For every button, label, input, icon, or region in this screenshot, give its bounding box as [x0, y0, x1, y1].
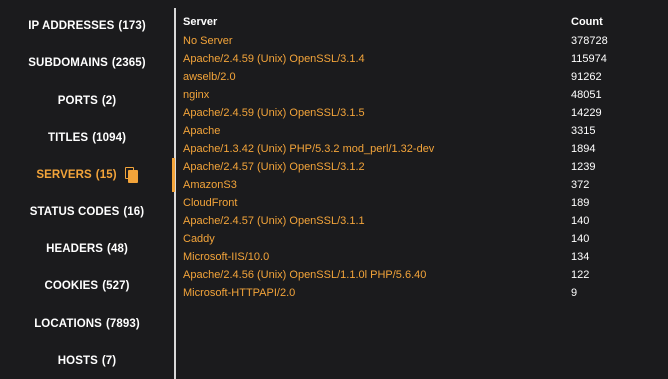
table-row: awselb/2.0 91262	[183, 71, 663, 88]
server-count: 372	[571, 179, 590, 191]
sidebar-item-servers[interactable]: SERVERS (15)	[0, 165, 174, 185]
server-count: 140	[571, 233, 590, 245]
sidebar-divider	[174, 8, 176, 379]
server-link[interactable]: Caddy	[183, 233, 215, 245]
table-row: Apache/1.3.42 (Unix) PHP/5.3.2 mod_perl/…	[183, 143, 663, 160]
server-link[interactable]: Apache/2.4.56 (Unix) OpenSSL/1.1.0l PHP/…	[183, 269, 426, 281]
table-row: Apache/2.4.56 (Unix) OpenSSL/1.1.0l PHP/…	[183, 269, 663, 286]
sidebar-item-titles[interactable]: TITLES (1094)	[0, 128, 174, 148]
sidebar-item-count: (2365)	[111, 57, 146, 69]
server-count: 1894	[571, 143, 596, 155]
server-count: 140	[571, 215, 590, 227]
sidebar-item-cookies[interactable]: COOKIES (527)	[0, 276, 174, 296]
sidebar-item-count: (173)	[118, 20, 146, 32]
sidebar-item-count: (15)	[95, 169, 117, 181]
server-count: 48051	[571, 89, 602, 101]
server-link[interactable]: Microsoft-HTTPAPI/2.0	[183, 287, 295, 299]
sidebar-item-subdomains[interactable]: SUBDOMAINS (2365)	[0, 53, 174, 73]
sidebar-item-label: HEADERS	[46, 243, 104, 255]
sidebar-item-ip-addresses[interactable]: IP ADDRESSES (173)	[0, 16, 174, 36]
sidebar-item-label: PORTS	[57, 95, 98, 107]
sidebar-item-count: (1094)	[92, 132, 127, 144]
column-header-count[interactable]: Count	[571, 16, 603, 28]
server-link[interactable]: nginx	[183, 89, 209, 101]
sidebar-item-label: LOCATIONS	[34, 318, 102, 330]
sidebar-item-count: (527)	[102, 280, 130, 292]
table-row: nginx 48051	[183, 89, 663, 106]
table-row: Apache 3315	[183, 125, 663, 142]
server-count: 1239	[571, 161, 596, 173]
server-count: 189	[571, 197, 590, 209]
active-item-marker	[172, 158, 175, 192]
sidebar-item-label: COOKIES	[44, 280, 99, 292]
sidebar-item-count: (7)	[101, 355, 117, 367]
table-row: No Server 378728	[183, 35, 663, 52]
server-link[interactable]: Apache/2.4.57 (Unix) OpenSSL/3.1.1	[183, 215, 365, 227]
server-count: 122	[571, 269, 590, 281]
sidebar-item-label: SUBDOMAINS	[28, 57, 108, 69]
server-count: 9	[571, 287, 578, 299]
table-row: Apache/2.4.59 (Unix) OpenSSL/3.1.4 11597…	[183, 53, 663, 70]
table-row: Microsoft-IIS/10.0 134	[183, 251, 663, 268]
sidebar-item-hosts[interactable]: HOSTS (7)	[0, 351, 174, 371]
server-link[interactable]: Apache/2.4.59 (Unix) OpenSSL/3.1.5	[183, 107, 365, 119]
sidebar-item-label: IP ADDRESSES	[28, 20, 115, 32]
table-row: Apache/2.4.57 (Unix) OpenSSL/3.1.2 1239	[183, 161, 663, 178]
server-count: 134	[571, 251, 590, 263]
sidebar-item-label: HOSTS	[57, 355, 98, 367]
sidebar-item-headers[interactable]: HEADERS (48)	[0, 239, 174, 259]
server-link[interactable]: CloudFront	[183, 197, 237, 209]
server-link[interactable]: Apache	[183, 125, 220, 137]
server-link[interactable]: No Server	[183, 35, 233, 47]
sidebar: IP ADDRESSES (173) SUBDOMAINS (2365) POR…	[0, 0, 174, 379]
server-link[interactable]: AmazonS3	[183, 179, 237, 191]
server-count: 115974	[571, 53, 607, 65]
server-link[interactable]: Apache/1.3.42 (Unix) PHP/5.3.2 mod_perl/…	[183, 143, 434, 155]
table-row: Caddy 140	[183, 233, 663, 250]
table-row: AmazonS3 372	[183, 179, 663, 196]
server-link[interactable]: awselb/2.0	[183, 71, 236, 83]
server-link[interactable]: Apache/2.4.59 (Unix) OpenSSL/3.1.4	[183, 53, 365, 65]
server-link[interactable]: Microsoft-IIS/10.0	[183, 251, 269, 263]
sidebar-item-label: TITLES	[47, 132, 89, 144]
server-link[interactable]: Apache/2.4.57 (Unix) OpenSSL/3.1.2	[183, 161, 365, 173]
sidebar-item-label: SERVERS	[36, 169, 92, 181]
server-count: 14229	[571, 107, 602, 119]
sidebar-item-count: (7893)	[105, 318, 140, 330]
sidebar-item-count: (2)	[101, 95, 117, 107]
table-row: Microsoft-HTTPAPI/2.0 9	[183, 287, 663, 304]
sidebar-item-count: (48)	[107, 243, 128, 255]
sidebar-item-ports[interactable]: PORTS (2)	[0, 91, 174, 111]
copy-icon[interactable]	[124, 167, 138, 183]
sidebar-item-label: STATUS CODES	[29, 206, 120, 218]
table-row: Apache/2.4.57 (Unix) OpenSSL/3.1.1 140	[183, 215, 663, 232]
table-row: Apache/2.4.59 (Unix) OpenSSL/3.1.5 14229	[183, 107, 663, 124]
sidebar-item-locations[interactable]: LOCATIONS (7893)	[0, 314, 174, 334]
server-count: 91262	[571, 71, 602, 83]
server-count: 3315	[571, 125, 596, 137]
sidebar-item-status-codes[interactable]: STATUS CODES (16)	[0, 202, 174, 222]
server-count: 378728	[571, 35, 608, 47]
sidebar-item-count: (16)	[123, 206, 145, 218]
column-header-server[interactable]: Server	[183, 16, 217, 28]
table-row: CloudFront 189	[183, 197, 663, 214]
